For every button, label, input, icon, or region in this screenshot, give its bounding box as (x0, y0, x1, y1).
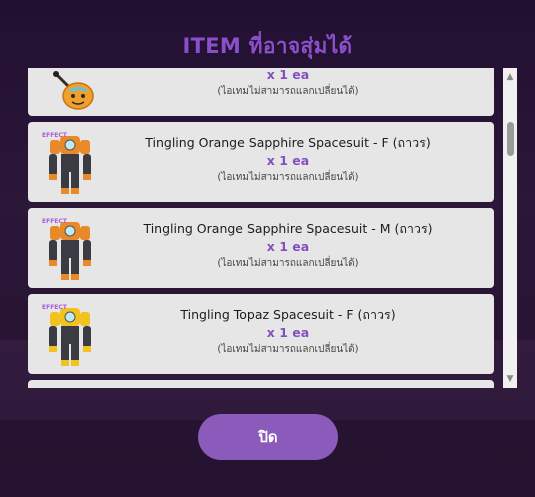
item-name: Tingling Topaz Spacesuit - F (ถาวร) (180, 307, 396, 322)
item-quantity: x 1 ea (266, 153, 310, 168)
item-note: (ไอเทมไม่สามารถแลกเปลี่ยนได้) (217, 258, 359, 269)
scrollbar-thumb[interactable] (507, 122, 514, 156)
item-list: x 1 ea (ไอเทมไม่สามารถแลกเปลี่ยนได้) EFF… (28, 68, 494, 388)
item-badge-icon: EFFECT (42, 218, 67, 225)
list-item: x 1 ea (ไอเทมไม่สามารถแลกเปลี่ยนได้) (28, 68, 494, 116)
item-texts: Tingling Topaz Spacesuit - F (ถาวร) x 1 … (88, 306, 488, 358)
item-quantity: x 1 ea (266, 68, 310, 82)
item-note: (ไอเทมไม่สามารถแลกเปลี่ยนได้) (217, 344, 359, 355)
item-list-viewport[interactable]: x 1 ea (ไอเทมไม่สามารถแลกเปลี่ยนได้) EFF… (28, 68, 518, 388)
list-item (28, 380, 494, 388)
item-texts: Tingling Orange Sapphire Spacesuit - M (… (88, 220, 488, 272)
list-item: EFFECT Tingling Orange Sapphire Spacesui… (28, 122, 494, 202)
item-quantity: x 1 ea (266, 325, 310, 340)
list-item: EFFECT Tingling Topaz Spacesuit - F (ถาว… (28, 294, 494, 374)
item-texts: Tingling Orange Sapphire Spacesuit - F (… (88, 134, 488, 186)
list-scrollbar[interactable]: ▲ ▼ (503, 68, 517, 388)
item-badge-icon: EFFECT (42, 132, 67, 139)
close-button[interactable]: ปิด (198, 414, 338, 460)
item-note: (ไอเทมไม่สามารถแลกเปลี่ยนได้) (217, 172, 359, 183)
item-badge-icon: EFFECT (42, 304, 67, 311)
item-quantity: x 1 ea (266, 239, 310, 254)
item-name: Tingling Orange Sapphire Spacesuit - F (… (145, 135, 431, 150)
scroll-down-arrow-icon[interactable]: ▼ (503, 372, 517, 386)
list-item: EFFECT Tingling Orange Sapphire Spacesui… (28, 208, 494, 288)
dialog-title: ITEM ที่อาจสุ่มได้ (182, 34, 353, 58)
scroll-up-arrow-icon[interactable]: ▲ (503, 70, 517, 84)
item-name: Tingling Orange Sapphire Spacesuit - M (… (143, 221, 433, 236)
item-note: (ไอเทมไม่สามารถแลกเปลี่ยนได้) (217, 86, 359, 97)
item-texts: x 1 ea (ไอเทมไม่สามารถแลกเปลี่ยนได้) (88, 68, 488, 100)
